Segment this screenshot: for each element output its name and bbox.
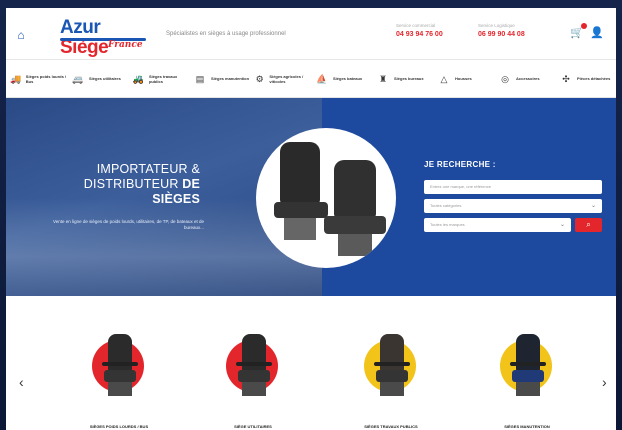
screen-frame: ⌂ Azur Siège France Spécialistes en sièg…	[0, 0, 622, 430]
product-label[interactable]: SIÈGES POIDS LOURDS / BUS	[74, 424, 164, 429]
product-card[interactable]	[492, 332, 562, 402]
seat-illustration	[322, 160, 388, 264]
category-item[interactable]: ✣ Pièces détachées	[555, 60, 616, 97]
product-label[interactable]: SIÈGES MANUTENTION	[482, 424, 572, 429]
chevron-left-icon[interactable]: ‹	[19, 374, 24, 390]
product-card[interactable]	[356, 332, 426, 402]
seat-armrest	[236, 362, 272, 366]
office-chair-icon: ♜	[378, 73, 388, 84]
seat-base	[516, 382, 540, 396]
hero-title-line: IMPORTATEUR &	[96, 162, 200, 176]
category-label: Pièces détachées	[577, 76, 611, 81]
forklift-icon: ▤	[195, 73, 205, 84]
category-item[interactable]: 🚚 Sièges poids lourds / Bus	[6, 60, 67, 97]
hero-banner: IMPORTATEUR & DISTRIBUTEUR DE SIÈGES Ven…	[6, 98, 616, 296]
category-item[interactable]: 🚐 Sièges utilitaires	[67, 60, 128, 97]
seat-base	[108, 382, 132, 396]
category-label: Sièges travaux publics	[148, 73, 178, 84]
search-input[interactable]: Entrez une marque, une référence	[424, 180, 602, 194]
seat-base	[380, 382, 404, 396]
home-icon[interactable]: ⌂	[14, 28, 28, 42]
contact-commercial: Service commercial 04 93 94 76 00	[396, 23, 476, 38]
search-button[interactable]: ⌕	[575, 218, 602, 232]
product-label[interactable]: SIÈGES TRAVAUX PUBLICS	[346, 424, 436, 429]
hero-title: IMPORTATEUR & DISTRIBUTEUR DE SIÈGES	[52, 162, 200, 207]
seat-armrest	[510, 362, 546, 366]
cart-badge	[581, 23, 587, 29]
seat-armrest	[374, 362, 410, 366]
category-select-value: Toutes catégories	[430, 203, 462, 208]
site-logo[interactable]: Azur Siège France	[60, 17, 152, 58]
category-label: Sièges bateaux	[333, 76, 363, 81]
seat-back	[242, 334, 266, 372]
category-item[interactable]: ⚙ Sièges agricoles / viticoles	[250, 60, 311, 97]
seat-illustration	[270, 142, 330, 252]
hero-title-line: SIÈGES	[52, 192, 200, 207]
logo-france: France	[108, 40, 143, 50]
product-card[interactable]	[84, 332, 154, 402]
seat-back	[380, 334, 404, 372]
user-icon[interactable]: 👤	[590, 26, 604, 40]
parts-icon: ✣	[562, 73, 570, 84]
hero-title-bold: SIÈGES	[152, 192, 200, 206]
boat-icon: ⛵	[316, 73, 328, 84]
category-item[interactable]: △ Housses	[433, 60, 494, 97]
chevron-right-icon[interactable]: ›	[602, 374, 607, 390]
product-label[interactable]: SIÈGE UTILITAIRES	[208, 424, 298, 429]
cover-icon: △	[440, 73, 448, 84]
chevron-down-icon: ⌄	[590, 203, 596, 209]
truck-icon: 🚚	[10, 73, 22, 84]
category-item[interactable]: ♜ Sièges bureaux	[372, 60, 433, 97]
van-icon: 🚐	[72, 73, 84, 84]
seat-cushion	[238, 370, 270, 382]
category-item[interactable]: ▤ Sièges manutention	[189, 60, 250, 97]
chevron-down-icon: ⌄	[559, 222, 565, 228]
seat-back	[516, 334, 540, 372]
category-label: Housses	[455, 76, 472, 81]
product-carousel: ‹ SIÈGES POIDS LOURDS / BUS SIÈGE UTILIT…	[6, 296, 616, 430]
seat-armrest	[102, 362, 138, 366]
contact-label: Service commercial	[396, 23, 436, 28]
category-item[interactable]: ◎ Accessoires	[494, 60, 555, 97]
accessory-icon: ◎	[501, 73, 509, 84]
contact-phone[interactable]: 06 99 90 44 08	[478, 31, 558, 38]
seat-back	[108, 334, 132, 372]
category-item[interactable]: 🚜 Sièges travaux publics	[128, 60, 189, 97]
hero-title-text: DISTRIBUTEUR	[83, 177, 183, 191]
logo-azur: Azur	[60, 17, 101, 38]
hero-title-line: DISTRIBUTEUR DE	[52, 177, 200, 192]
category-label: Sièges manutention	[211, 76, 250, 81]
category-item[interactable]: ⛵ Sièges bateaux	[311, 60, 372, 97]
brand-select-value: Toutes les marques	[430, 222, 465, 227]
cart-icon[interactable]: 🛒	[570, 23, 587, 40]
website-page: ⌂ Azur Siège France Spécialistes en sièg…	[6, 8, 616, 430]
seat-cushion	[104, 370, 136, 382]
hero-seats-image	[256, 128, 396, 268]
seat-base	[242, 382, 266, 396]
category-label: Sièges bureaux	[394, 76, 424, 81]
brand-select[interactable]: Toutes les marques ⌄	[424, 218, 571, 232]
contact-phone[interactable]: 04 93 94 76 00	[396, 31, 476, 38]
category-select[interactable]: Toutes catégories ⌄	[424, 199, 602, 213]
seat-cushion	[512, 370, 544, 382]
site-header: ⌂ Azur Siège France Spécialistes en sièg…	[6, 8, 616, 60]
hero-title-bold: DE	[182, 177, 200, 191]
seat-cushion	[376, 370, 408, 382]
category-label: Sièges agricoles / viticoles	[269, 73, 304, 84]
hero-description: Vente en ligne de sièges de poids lourds…	[53, 219, 204, 230]
site-tagline: Spécialistes en sièges à usage professio…	[166, 31, 286, 37]
category-nav: 🚚 Sièges poids lourds / Bus 🚐 Sièges utili…	[6, 60, 616, 98]
category-label: Sièges utilitaires	[89, 76, 121, 81]
product-card[interactable]	[218, 332, 288, 402]
category-label: Sièges poids lourds / Bus	[25, 73, 67, 84]
category-label: Accessoires	[516, 76, 540, 81]
contact-label: Service Logistique	[478, 23, 515, 28]
contact-logistique: Service Logistique 06 99 90 44 08	[478, 23, 558, 38]
tractor-icon: ⚙	[255, 73, 264, 84]
search-icon: ⌕	[586, 220, 591, 229]
excavator-icon: 🚜	[132, 73, 145, 84]
search-title: JE RECHERCHE :	[424, 160, 496, 169]
